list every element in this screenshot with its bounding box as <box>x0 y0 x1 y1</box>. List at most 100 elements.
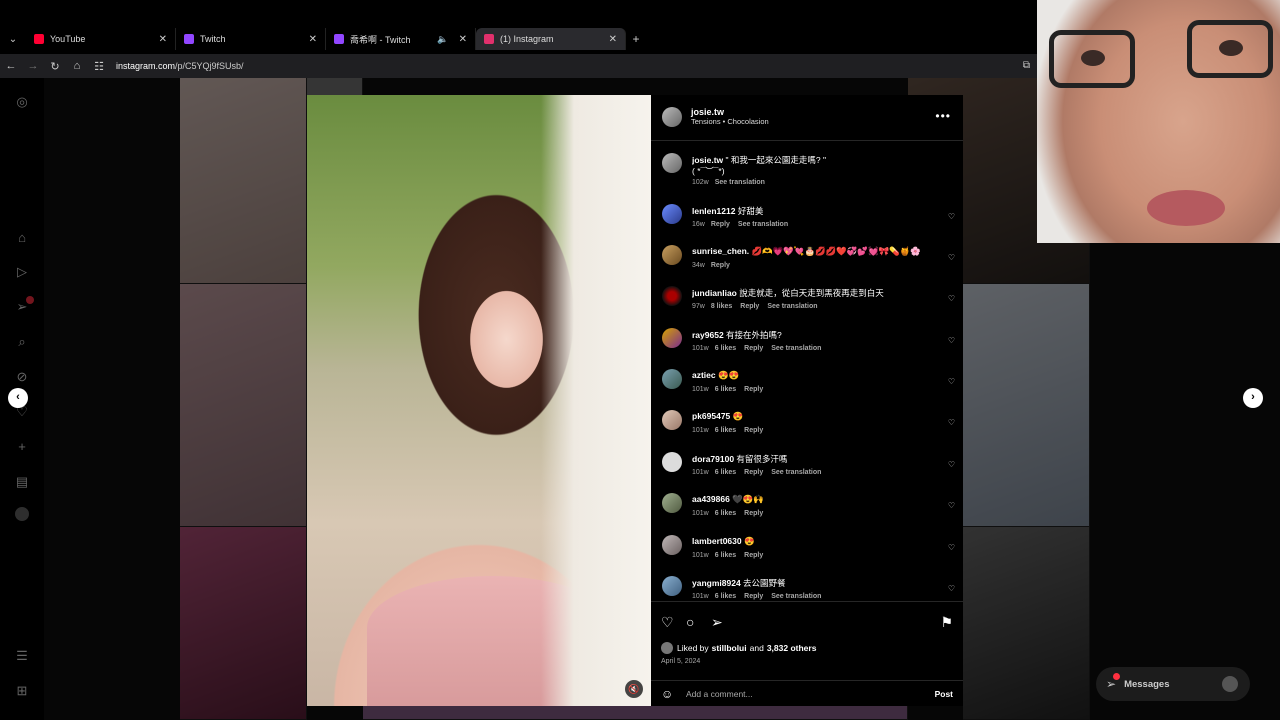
caption-username[interactable]: josie.tw <box>692 155 723 165</box>
speaker-icon[interactable]: 🔈 <box>437 34 448 45</box>
reply-button[interactable]: Reply <box>711 221 730 228</box>
comment-time: 101w <box>692 469 709 476</box>
see-translation-link[interactable]: See translation <box>771 345 821 352</box>
comment-username[interactable]: sunrise_chen. <box>692 246 749 256</box>
like-comment-heart-icon[interactable]: ♡ <box>948 377 955 386</box>
like-comment-heart-icon[interactable]: ♡ <box>948 584 955 593</box>
site-info-icon[interactable]: ☷ <box>88 60 110 73</box>
like-comment-heart-icon[interactable]: ♡ <box>948 336 955 345</box>
comment-meta: 101w 6 likes Reply <box>692 552 771 559</box>
comment-bubble-icon[interactable]: ○ <box>686 614 694 630</box>
comment-likes[interactable]: 8 likes <box>711 303 732 310</box>
audio-label[interactable]: Tensions • Chocolasion <box>691 117 769 126</box>
like-comment-heart-icon[interactable]: ♡ <box>948 460 955 469</box>
close-tab-icon[interactable]: ✕ <box>609 34 617 45</box>
post-image[interactable]: 🔇 <box>307 95 651 706</box>
commenter-avatar[interactable] <box>662 245 682 265</box>
comment-text: yangmi8924 去公園野餐 <box>692 577 932 589</box>
see-translation-link[interactable]: See translation <box>771 469 821 476</box>
close-tab-icon[interactable]: ✕ <box>459 34 467 45</box>
comment-likes[interactable]: 6 likes <box>715 593 736 600</box>
comment-row: lambert0630 😍 101w 6 likes Reply ♡ <box>651 531 963 569</box>
like-comment-heart-icon[interactable]: ♡ <box>948 418 955 427</box>
comment-username[interactable]: ray9652 <box>692 330 724 340</box>
like-comment-heart-icon[interactable]: ♡ <box>948 253 955 262</box>
comment-likes[interactable]: 6 likes <box>715 427 736 434</box>
commenter-avatar[interactable] <box>662 328 682 348</box>
author-avatar[interactable] <box>662 107 682 127</box>
comment-likes[interactable]: 6 likes <box>715 469 736 476</box>
commenter-avatar[interactable] <box>662 535 682 555</box>
share-send-icon[interactable]: ➢ <box>711 614 723 631</box>
like-comment-heart-icon[interactable]: ♡ <box>948 501 955 510</box>
add-comment-input[interactable]: Add a comment... <box>686 689 753 699</box>
liked-by-user[interactable]: stillbolui <box>712 643 747 653</box>
author-avatar[interactable] <box>662 153 682 173</box>
post-details-panel: josie.tw Tensions • Chocolasion ••• josi… <box>651 95 963 706</box>
comment-username[interactable]: dora79100 <box>692 454 734 464</box>
see-translation-link[interactable]: See translation <box>771 593 821 600</box>
like-heart-icon[interactable]: ♡ <box>661 614 674 631</box>
tab-search-chevron-icon[interactable]: ⌄ <box>0 34 26 45</box>
comment-likes[interactable]: 6 likes <box>715 386 736 393</box>
forward-arrow-icon[interactable]: → <box>22 60 44 72</box>
comment-username[interactable]: pk695475 <box>692 411 730 421</box>
reply-button[interactable]: Reply <box>740 303 759 310</box>
like-comment-heart-icon[interactable]: ♡ <box>948 543 955 552</box>
comment-username[interactable]: aztiec <box>692 370 716 380</box>
commenter-avatar[interactable] <box>662 369 682 389</box>
reply-button[interactable]: Reply <box>744 469 763 476</box>
emoji-picker-icon[interactable]: ☺ <box>661 687 673 701</box>
reply-button[interactable]: Reply <box>744 386 763 393</box>
author-username[interactable]: josie.tw <box>691 107 769 117</box>
commenter-avatar[interactable] <box>662 452 682 472</box>
commenter-avatar[interactable] <box>662 576 682 596</box>
comment-likes[interactable]: 6 likes <box>715 510 736 517</box>
tab-twitch-stream[interactable]: 喬希啊 - Twitch 🔈 ✕ <box>326 28 476 50</box>
comment-username[interactable]: lenlen1212 <box>692 206 735 216</box>
commenter-avatar[interactable] <box>662 204 682 224</box>
close-tab-icon[interactable]: ✕ <box>159 34 167 45</box>
reply-button[interactable]: Reply <box>744 552 763 559</box>
reply-button[interactable]: Reply <box>744 427 763 434</box>
mouth <box>1147 190 1225 226</box>
tab-instagram[interactable]: (1) Instagram ✕ <box>476 28 626 50</box>
reply-button[interactable]: Reply <box>711 262 730 269</box>
reply-button[interactable]: Reply <box>744 593 763 600</box>
reply-button[interactable]: Reply <box>744 510 763 517</box>
eye-right <box>1219 40 1243 56</box>
comment-likes[interactable]: 6 likes <box>715 552 736 559</box>
liker-avatar[interactable] <box>661 642 673 654</box>
commenter-avatar[interactable] <box>662 410 682 430</box>
tab-youtube[interactable]: YouTube ✕ <box>26 28 176 50</box>
comment-username[interactable]: yangmi8924 <box>692 578 741 588</box>
install-app-icon[interactable]: ⧉ <box>1023 60 1030 71</box>
url-field[interactable]: instagram.com/p/C5YQj9fSUsb/ <box>116 61 244 71</box>
commenter-avatar[interactable] <box>662 493 682 513</box>
reply-button[interactable]: Reply <box>744 345 763 352</box>
back-arrow-icon[interactable]: ← <box>0 60 22 72</box>
commenter-avatar[interactable] <box>662 286 682 306</box>
post-comment-button[interactable]: Post <box>935 689 953 699</box>
like-comment-heart-icon[interactable]: ♡ <box>948 212 955 221</box>
like-comment-heart-icon[interactable]: ♡ <box>948 294 955 303</box>
messages-button[interactable]: ➢ Messages <box>1096 667 1250 701</box>
likes-count[interactable]: 3,832 others <box>767 643 817 653</box>
save-bookmark-icon[interactable]: ⚑ <box>940 614 953 631</box>
home-icon[interactable]: ⌂ <box>66 60 88 72</box>
close-tab-icon[interactable]: ✕ <box>309 34 317 45</box>
comment-likes[interactable]: 6 likes <box>715 345 736 352</box>
next-post-arrow-icon[interactable]: › <box>1243 388 1263 408</box>
see-translation-link[interactable]: See translation <box>738 221 788 228</box>
see-translation-link[interactable]: See translation <box>715 179 765 186</box>
comment-username[interactable]: jundianliao <box>692 288 737 298</box>
mute-audio-icon[interactable]: 🔇 <box>625 680 643 698</box>
more-options-icon[interactable]: ••• <box>935 109 951 123</box>
see-translation-link[interactable]: See translation <box>767 303 817 310</box>
comment-username[interactable]: aa439866 <box>692 494 730 504</box>
comment-username[interactable]: lambert0630 <box>692 536 742 546</box>
tab-twitch[interactable]: Twitch ✕ <box>176 28 326 50</box>
new-tab-plus-icon[interactable]: + <box>626 32 646 46</box>
reload-icon[interactable]: ↻ <box>44 60 66 73</box>
previous-post-arrow-icon[interactable]: ‹ <box>8 388 28 408</box>
